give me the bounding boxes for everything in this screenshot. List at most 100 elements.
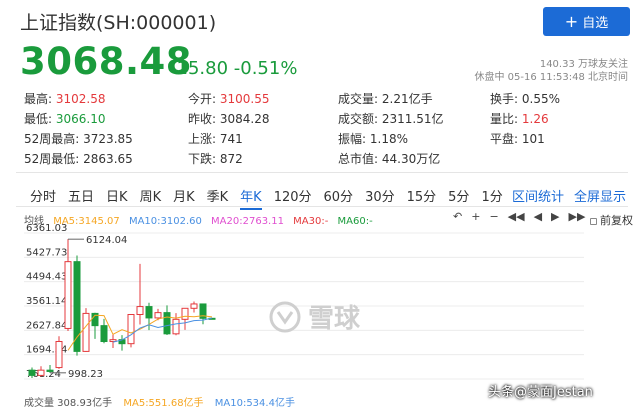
candle-body: [55, 340, 63, 369]
candle-body: [145, 306, 153, 319]
quote-cell: 下跌: 872: [188, 150, 243, 167]
candle-body: [46, 369, 54, 372]
divider: [16, 172, 628, 173]
candle-body: [190, 303, 198, 309]
quote-label: 52周最高:: [24, 132, 80, 146]
quote-value: 3102.58: [55, 92, 106, 106]
add-to-watchlist-button[interactable]: + 自选: [543, 7, 630, 36]
quote-label: 下跌:: [188, 152, 217, 166]
candle-body: [37, 369, 45, 376]
y-tick-label: 5427.73: [26, 247, 67, 258]
snowball-logo-icon: [269, 301, 301, 332]
market-status: 休盘中 05-16 11:53:48 北京时间: [474, 72, 628, 83]
high-annotation: 6124.04: [86, 235, 127, 246]
add-button-label: 自选: [582, 16, 609, 31]
candle-body: [64, 261, 72, 329]
tab-period[interactable]: 月K: [173, 186, 195, 205]
volume-legend: 成交量 308.93亿手 MA5:551.68亿手 MA10:534.4亿手: [24, 394, 303, 409]
quote-value: 3723.85: [83, 132, 133, 146]
quote-cell: 量比: 1.26: [490, 110, 549, 127]
candle-body: [28, 369, 36, 376]
quote-label: 最低:: [24, 112, 53, 126]
quote-cell: 52周最低: 2863.65: [24, 150, 133, 167]
quote-label: 平盘:: [490, 132, 519, 146]
watermark-text: 雪球: [308, 304, 361, 334]
watermark: 雪球: [268, 298, 360, 335]
quote-cell: 最高: 3102.58: [24, 90, 106, 107]
quote-label: 成交量:: [338, 92, 379, 106]
tab-period[interactable]: 60分: [324, 186, 354, 205]
tab-period[interactable]: 日K: [106, 186, 128, 205]
y-tick-label: 4494.43: [26, 272, 67, 283]
quote-label: 最高:: [24, 92, 53, 106]
quote-cell: 换手: 0.55%: [490, 90, 560, 107]
volume-ma5: MA5:551.68亿手: [123, 398, 204, 409]
quote-label: 成交额:: [338, 112, 379, 126]
next-icon[interactable]: ▶: [551, 210, 559, 223]
page-title: 上证指数(SH:000001): [20, 12, 217, 34]
quote-table: 最高: 3102.58 今开: 3100.55 成交量: 2.21亿手 换手: 0.5…: [24, 88, 624, 168]
candle-body: [163, 312, 171, 335]
quote-value: 872: [219, 152, 243, 166]
low-annotation: 998.23: [68, 369, 103, 380]
undo-icon[interactable]: ↶: [453, 210, 462, 223]
tab-period[interactable]: 1分: [481, 186, 502, 205]
quote-label: 52周最低:: [24, 152, 80, 166]
quote-label: 振幅:: [338, 132, 367, 146]
quote-value: 2.21亿手: [381, 92, 433, 106]
candle-body: [82, 312, 90, 352]
y-tick-label: 2627.84: [26, 320, 67, 331]
candle-body: [154, 312, 162, 319]
quote-label: 今开:: [188, 92, 217, 106]
plus-icon: +: [564, 11, 579, 31]
quote-value: 1.18%: [369, 132, 408, 146]
candle-body: [100, 325, 108, 343]
quote-cell: 振幅: 1.18%: [338, 130, 408, 147]
tab-period[interactable]: 年K: [240, 186, 262, 210]
tab-period[interactable]: 120分: [274, 186, 312, 205]
author-signature: 头条@蒙面Jestan: [488, 385, 593, 400]
tab-period[interactable]: 分时: [30, 186, 56, 205]
rewind-icon[interactable]: ◀◀: [508, 210, 525, 223]
quote-row: 52周最低: 2863.65 下跌: 872 总市值: 44.30万亿: [24, 148, 624, 168]
chart-tools: ↶ + − ◀◀ ◀ ▶ ▶▶: [453, 210, 585, 223]
tab-period[interactable]: 周K: [140, 186, 162, 205]
fullscreen-link[interactable]: 全屏显示: [574, 186, 626, 205]
forward-icon[interactable]: ▶▶: [569, 210, 586, 223]
quote-cell: 上涨: 741: [188, 130, 243, 147]
quote-cell: 今开: 3100.55: [188, 90, 270, 107]
tab-period[interactable]: 15分: [407, 186, 437, 205]
prev-icon[interactable]: ◀: [534, 210, 542, 223]
y-tick-label: 3561.14: [26, 296, 67, 307]
adjust-mode-checkbox[interactable]: 前复权: [590, 212, 633, 228]
quote-value: 1.26: [521, 112, 549, 126]
quote-cell: 平盘: 101: [490, 130, 545, 147]
quote-cell: 成交额: 2311.51亿: [338, 110, 444, 127]
period-tabs: 分时 五日 日K 周K 月K 季K 年K 120分 60分 30分 15分 5分 1分: [30, 186, 515, 210]
y-tick-label: 6361.03: [26, 224, 67, 234]
quote-label: 换手:: [490, 92, 519, 106]
plus-icon[interactable]: +: [471, 210, 480, 223]
quote-value: 3100.55: [219, 92, 270, 106]
candle-body: [172, 318, 180, 335]
quote-value: 101: [521, 132, 545, 146]
tab-period[interactable]: 五日: [68, 186, 94, 205]
tab-period[interactable]: 30分: [365, 186, 395, 205]
quote-row: 最高: 3102.58 今开: 3100.55 成交量: 2.21亿手 换手: 0.5…: [24, 88, 624, 108]
quote-value: 0.55%: [521, 92, 560, 106]
candle-body: [136, 306, 144, 316]
tab-divider: [16, 206, 628, 207]
current-price: 3068.48: [20, 40, 193, 83]
minus-icon[interactable]: −: [489, 210, 498, 223]
quote-label: 量比:: [490, 112, 519, 126]
tab-period[interactable]: 5分: [448, 186, 469, 205]
quote-cell: 最低: 3066.10: [24, 110, 106, 127]
quote-cell: 52周最高: 3723.85: [24, 130, 133, 147]
tab-period[interactable]: 季K: [207, 186, 229, 205]
quote-label: 上涨:: [188, 132, 217, 146]
quote-value: 2311.51亿: [381, 112, 444, 126]
quote-value: 3066.10: [55, 112, 106, 126]
quote-value: 2863.65: [83, 152, 133, 166]
change-percent: -0.51%: [233, 58, 298, 79]
range-stats-link[interactable]: 区间统计: [512, 186, 564, 205]
